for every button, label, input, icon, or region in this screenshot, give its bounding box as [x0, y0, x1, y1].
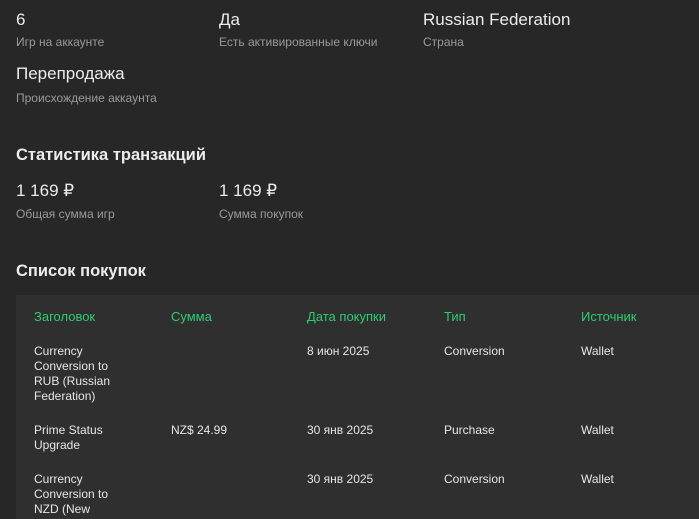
activated-keys-value: Да [219, 10, 240, 29]
column-header-title[interactable]: Заголовок [34, 309, 95, 324]
games-total-label: Общая сумма игр [16, 207, 115, 221]
row-source-cell: Wallet [581, 344, 614, 358]
account-origin-label: Происхождение аккаунта [16, 91, 157, 105]
purchases-total-value: 1 169 ₽ [219, 181, 278, 200]
purchases-total-label: Сумма покупок [219, 207, 304, 221]
account-origin-value: Перепродажа [16, 64, 125, 83]
row-source-cell: Wallet [581, 423, 614, 437]
column-header-amount[interactable]: Сумма [171, 309, 212, 324]
row-title-cell: Prime Status Upgrade [34, 423, 103, 452]
row-type-cell: Conversion [444, 344, 505, 358]
games-total-value: 1 169 ₽ [16, 181, 75, 200]
row-date-cell: 30 янв 2025 [307, 423, 374, 437]
row-title-cell: Currency Conversion to RUB (Russian Fede… [34, 344, 111, 403]
row-type-cell: Purchase [444, 423, 495, 437]
country-value: Russian Federation [423, 10, 571, 29]
row-type-cell: Conversion [444, 472, 505, 486]
purchases-section-title: Список покупок [16, 262, 146, 280]
column-header-type[interactable]: Тип [444, 309, 466, 324]
account-details-page: 6 Игр на аккаунте Да Есть активированные… [0, 0, 699, 519]
column-header-source[interactable]: Источник [581, 309, 637, 324]
purchases-table: Заголовок Сумма Дата покупки Тип Источни… [16, 295, 699, 519]
country-label: Страна [423, 35, 464, 49]
row-amount-cell: NZ$ 24.99 [171, 423, 228, 437]
activated-keys-label: Есть активированные ключи [219, 35, 378, 49]
games-count-label: Игр на аккаунте [16, 35, 105, 49]
column-header-date[interactable]: Дата покупки [307, 309, 386, 324]
row-date-cell: 30 янв 2025 [307, 472, 374, 486]
row-title-cell: Currency Conversion to NZD (New [34, 472, 109, 516]
row-source-cell: Wallet [581, 472, 614, 486]
row-date-cell: 8 июн 2025 [307, 344, 370, 358]
games-count-value: 6 [16, 10, 26, 29]
transactions-section-title: Статистика транзакций [16, 146, 206, 164]
